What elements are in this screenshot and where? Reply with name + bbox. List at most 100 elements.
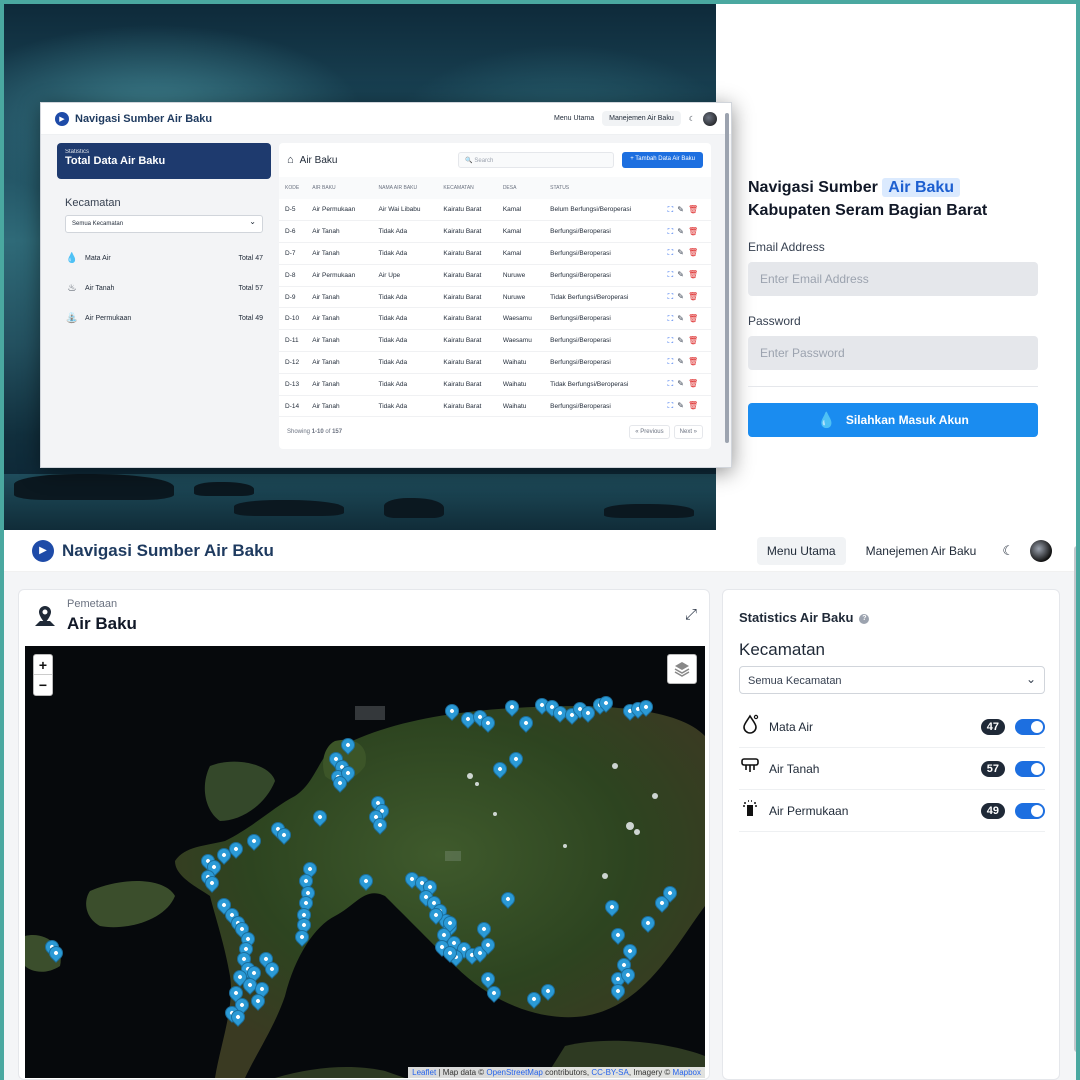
map-view-icon[interactable]: ⛶ — [668, 401, 674, 411]
login-button[interactable]: 💧 Silahkan Masuk Akun — [748, 403, 1038, 437]
column-header: KECAMATAN — [437, 177, 497, 199]
preview-scrollbar[interactable] — [725, 113, 729, 443]
map-view-icon[interactable]: ⛶ — [668, 248, 674, 258]
faucet-icon: ♨ — [67, 282, 77, 294]
stat-label: Mata Air — [769, 719, 814, 734]
table-cell: D-7 — [279, 242, 307, 265]
trash-icon[interactable]: 🗑 — [688, 314, 698, 324]
table-cell: Air Wai Libabu — [372, 199, 438, 222]
layer-toggle[interactable] — [1015, 802, 1045, 819]
map-view-icon[interactable]: ⛶ — [668, 292, 674, 302]
zoom-in-button[interactable]: + — [34, 655, 52, 675]
map-location-icon — [33, 604, 57, 634]
avatar[interactable] — [1030, 539, 1052, 562]
preview-nav-menu-utama[interactable]: Menu Utama — [554, 115, 594, 122]
edit-icon[interactable]: ✎ — [677, 227, 684, 237]
map-view-icon[interactable]: ⛶ — [668, 357, 674, 367]
trash-icon[interactable]: 🗑 — [688, 205, 698, 215]
previous-button[interactable]: « Previous — [629, 425, 670, 440]
zoom-out-button[interactable]: − — [34, 675, 52, 695]
table-cell: Tidak Ada — [372, 329, 438, 353]
map-view-icon[interactable]: ⛶ — [668, 270, 674, 280]
layers-icon[interactable] — [667, 654, 697, 684]
osm-link[interactable]: OpenStreetMap — [486, 1068, 542, 1077]
preview-nav-manajemen[interactable]: Manejemen Air Baku — [602, 111, 681, 126]
add-data-button[interactable]: + Tambah Data Air Baku — [622, 152, 703, 168]
email-field[interactable]: Enter Email Address — [748, 262, 1038, 296]
edit-icon[interactable]: ✎ — [677, 205, 684, 215]
map-view-icon[interactable]: ⛶ — [668, 227, 674, 237]
password-field[interactable]: Enter Password — [748, 336, 1038, 370]
edit-icon[interactable]: ✎ — [677, 357, 684, 367]
table-cell: Air Tanah — [306, 395, 373, 418]
table-cell: Air Tanah — [306, 286, 373, 309]
help-icon[interactable]: ? — [859, 613, 870, 624]
table-cell: Tidak Ada — [372, 373, 438, 396]
table-cell: D-6 — [279, 220, 307, 244]
preview-navbar: ▶ Navigasi Sumber Air Baku Menu Utama Ma… — [41, 103, 731, 135]
statistics-card: Statistics Air Baku? Kecamatan Semua Kec… — [722, 589, 1060, 1080]
table-cell: Kairatu Barat — [437, 307, 497, 331]
table-cell: Nuruwe — [496, 264, 545, 287]
expand-icon[interactable]: ⤢ — [685, 606, 697, 623]
map-view-icon[interactable]: ⛶ — [668, 314, 674, 324]
trash-icon[interactable]: 🗑 — [688, 357, 698, 367]
edit-icon[interactable]: ✎ — [677, 292, 684, 302]
trash-icon[interactable]: 🗑 — [688, 401, 698, 411]
edit-icon[interactable]: ✎ — [677, 270, 684, 280]
table-cell: Belum Berfungsi/Beroperasi — [544, 199, 662, 222]
kecamatan-select[interactable]: Semua Kecamatan ⌄ — [739, 666, 1045, 694]
avatar[interactable] — [703, 111, 717, 126]
trash-icon[interactable]: 🗑 — [688, 270, 698, 280]
edit-icon[interactable]: ✎ — [677, 248, 684, 258]
trash-icon[interactable]: 🗑 — [688, 227, 698, 237]
table-cell: Tidak Ada — [372, 395, 438, 418]
edit-icon[interactable]: ✎ — [677, 379, 684, 389]
layer-toggle[interactable] — [1015, 760, 1045, 777]
map-view-icon[interactable]: ⛶ — [668, 336, 674, 346]
table-cell: Kairatu Barat — [437, 286, 497, 309]
trash-icon[interactable]: 🗑 — [688, 248, 698, 258]
table-row: D-10 Air Tanah Tidak Ada Kairatu Barat Waesa… — [279, 307, 711, 331]
map-view-icon[interactable]: ⛶ — [668, 205, 674, 215]
water-drop-icon: 💧 — [817, 412, 836, 429]
map-card: Pemetaan Air Baku ⤢ + − Leaflet | Map da… — [18, 589, 710, 1080]
map-pin-icon: ⌂ — [287, 154, 294, 166]
next-button[interactable]: Next » — [673, 425, 703, 440]
trash-icon[interactable]: 🗑 — [688, 379, 698, 389]
nav-manajemen-air-baku[interactable]: Manejemen Air Baku — [856, 544, 987, 558]
stat-row-mata-air: Mata Air 47 — [739, 706, 1045, 748]
chevron-down-icon: ⌄ — [1025, 672, 1036, 686]
edit-icon[interactable]: ✎ — [677, 401, 684, 411]
layer-toggle[interactable] — [1015, 718, 1045, 735]
table-cell: Waesamu — [496, 307, 545, 331]
table-cell: Berfungsi/Beroperasi — [544, 395, 662, 418]
satellite-map[interactable]: + − Leaflet | Map data © OpenStreetMap c… — [25, 646, 705, 1078]
leaflet-link[interactable]: Leaflet — [412, 1068, 436, 1077]
search-input[interactable]: 🔍 Search — [458, 152, 615, 168]
table-cell: Kairatu Barat — [437, 199, 497, 222]
table-cell: Air Permukaan — [306, 264, 373, 287]
sprinkler-icon — [739, 798, 761, 823]
column-header: KODE — [279, 177, 307, 199]
moon-icon[interactable]: ☾ — [1002, 543, 1014, 559]
page-scrollbar[interactable] — [1074, 546, 1080, 1052]
map-view-icon[interactable]: ⛶ — [668, 379, 674, 389]
edit-icon[interactable]: ✎ — [677, 336, 684, 346]
trash-icon[interactable]: 🗑 — [688, 292, 698, 302]
column-header: AIR BAKU — [306, 177, 373, 199]
cc-link[interactable]: CC-BY-SA — [591, 1068, 629, 1077]
edit-icon[interactable]: ✎ — [677, 314, 684, 324]
table-cell: D-5 — [279, 199, 307, 222]
sprinkler-icon: ⛲ — [65, 312, 79, 324]
trash-icon[interactable]: 🗑 — [688, 336, 698, 346]
kecamatan-select[interactable]: Semua Kecamatan — [65, 215, 263, 233]
kecamatan-label: Kecamatan — [739, 640, 825, 659]
moon-icon[interactable]: ☾ — [689, 115, 695, 123]
map-title: Air Baku — [67, 614, 137, 633]
category-label: Mata Air — [85, 254, 111, 262]
mapbox-link[interactable]: Mapbox — [673, 1068, 701, 1077]
table-cell: Tidak Ada — [372, 220, 438, 244]
table-cell: Tidak Berfungsi/Beroperasi — [544, 373, 662, 396]
nav-menu-utama[interactable]: Menu Utama — [756, 536, 846, 565]
